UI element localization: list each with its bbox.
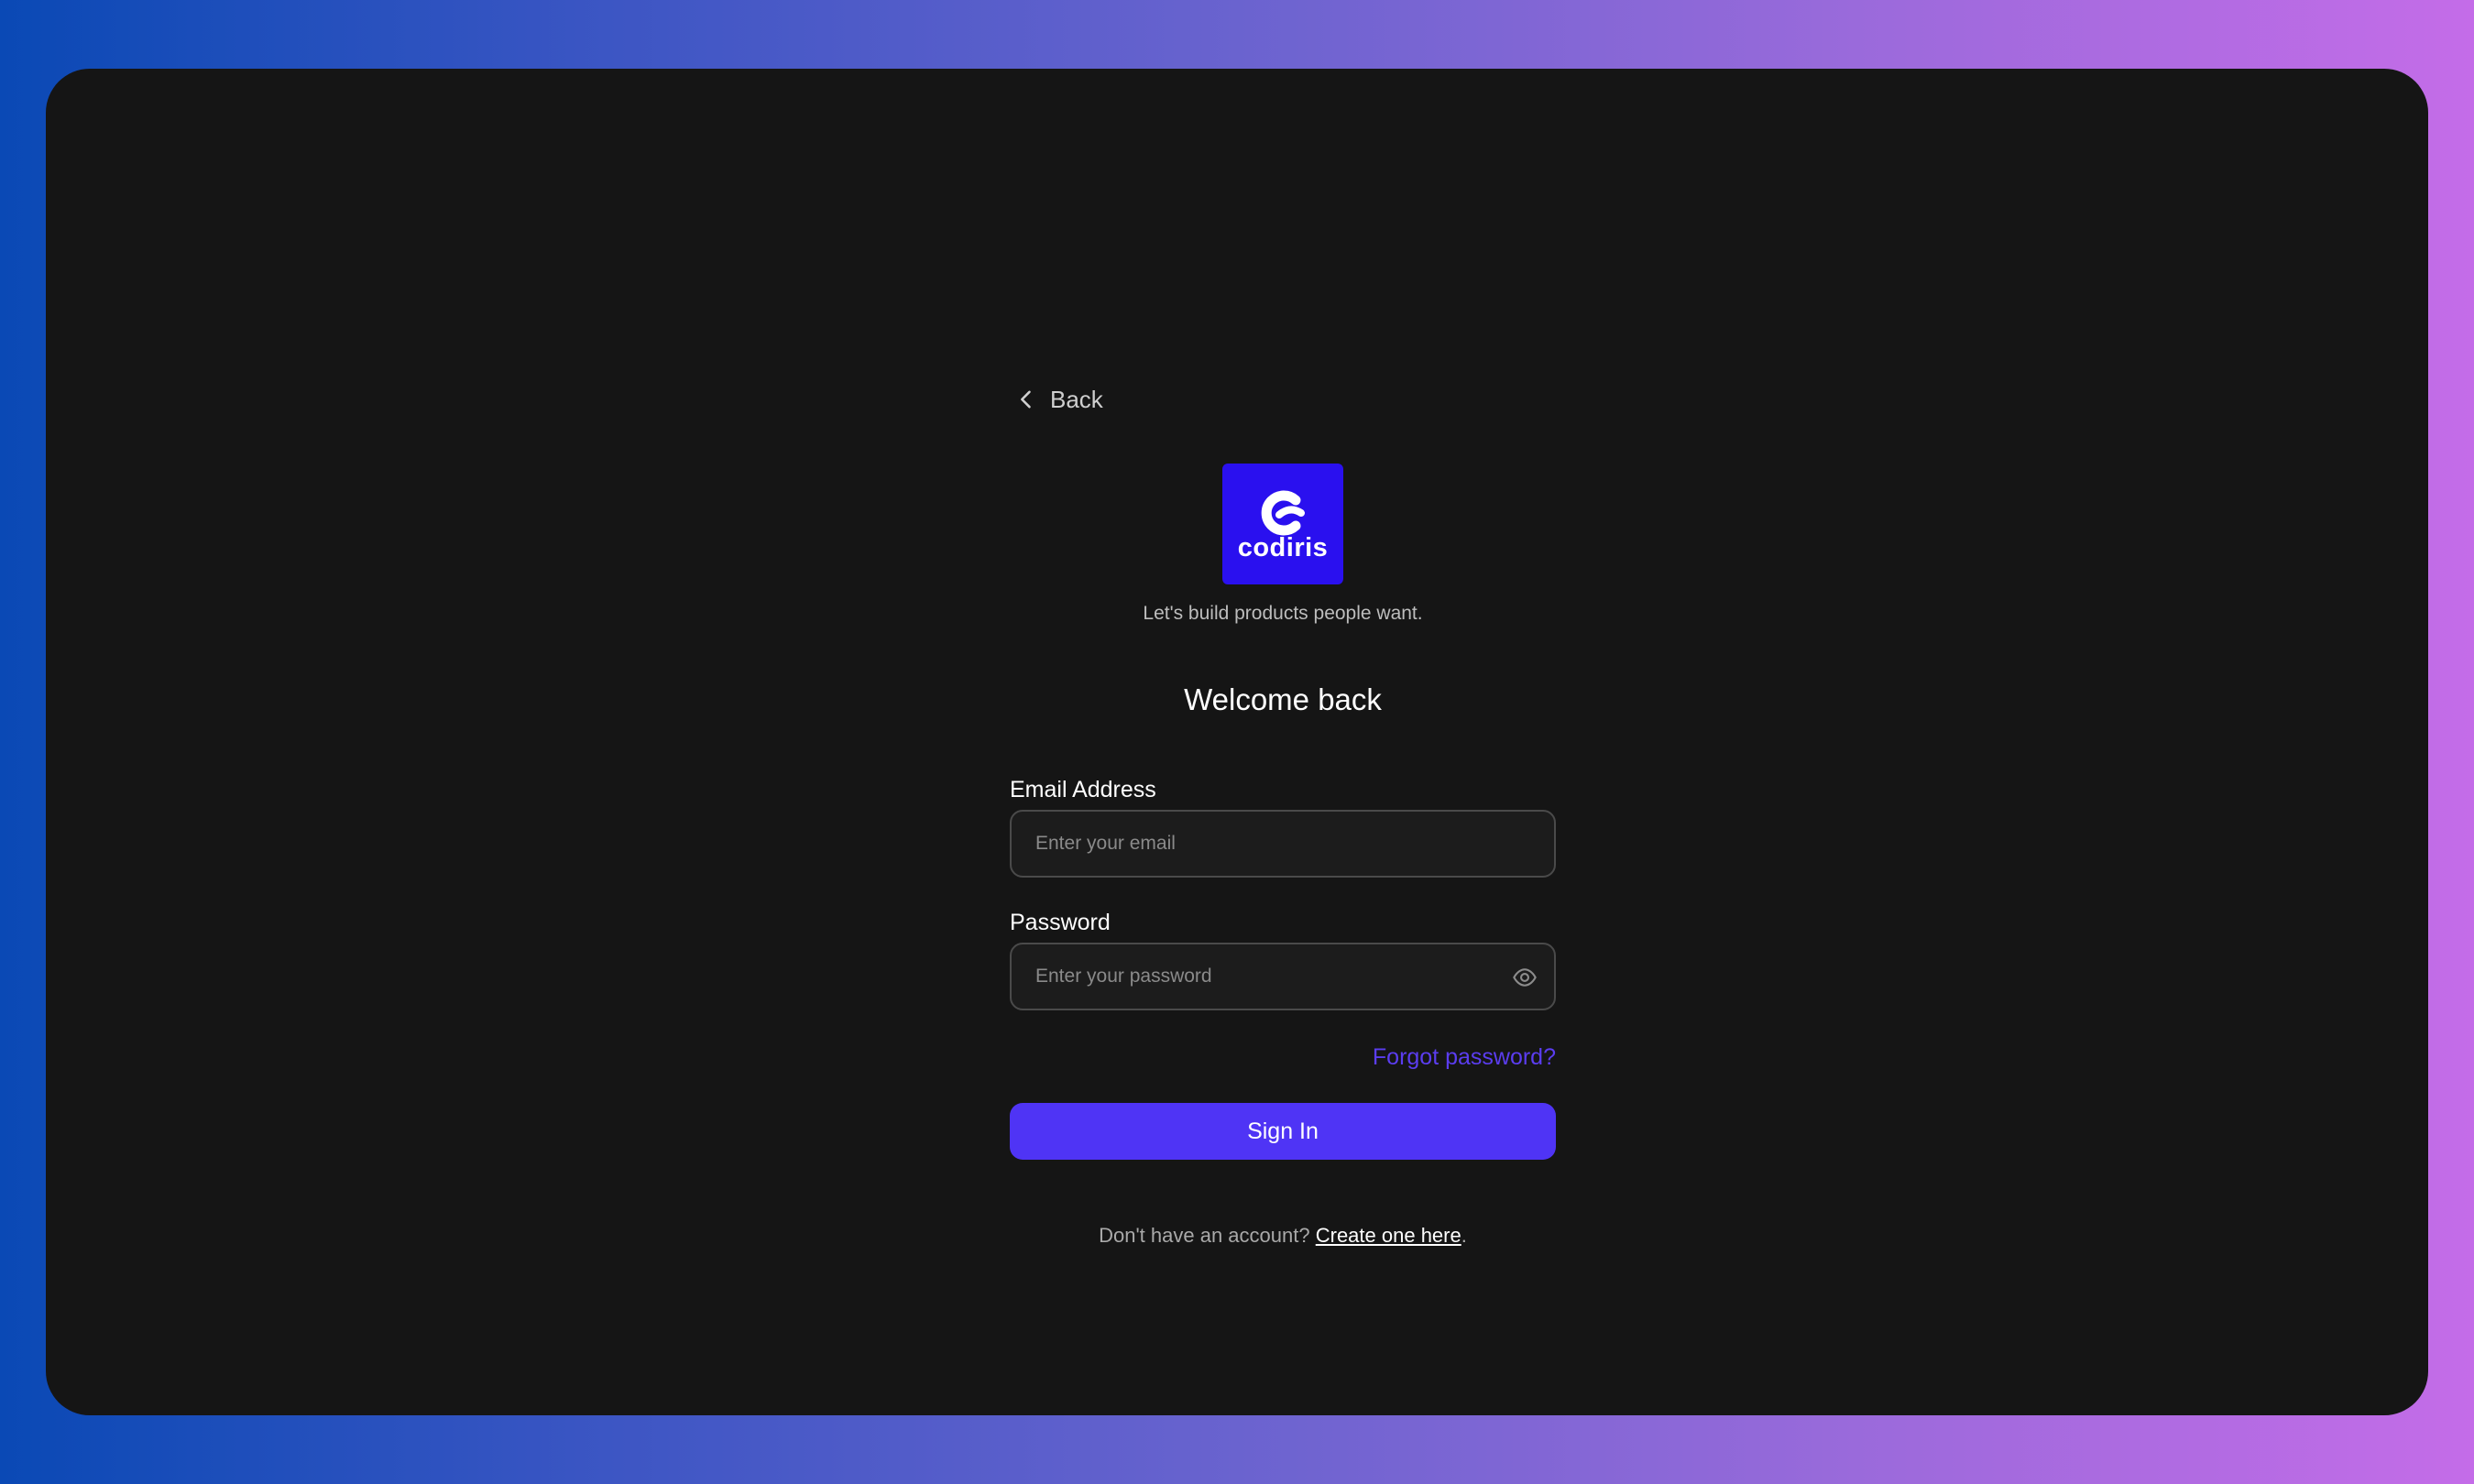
create-account-link[interactable]: Create one here	[1316, 1224, 1461, 1247]
page-title: Welcome back	[1184, 682, 1382, 716]
password-field-container	[1010, 943, 1556, 1010]
signup-prompt-text: Don't have an account?	[1099, 1224, 1310, 1247]
brand-logo: codiris	[1222, 464, 1343, 584]
forgot-password-link[interactable]: Forgot password?	[1373, 1044, 1556, 1071]
signup-prompt-suffix: .	[1461, 1224, 1467, 1247]
password-input[interactable]	[1035, 944, 1494, 1009]
signup-prompt: Don't have an account? Create one here.	[1010, 1224, 1556, 1248]
brand-tagline: Let's build products people want.	[1143, 603, 1423, 624]
email-input[interactable]	[1035, 812, 1494, 876]
app-window: Back codiris Let's build products people…	[46, 69, 2428, 1415]
email-field-container	[1010, 810, 1556, 878]
back-label: Back	[1050, 385, 1103, 413]
sign-in-button[interactable]: Sign In	[1010, 1103, 1556, 1160]
chevron-left-icon	[1021, 390, 1031, 409]
codiris-logo-icon	[1261, 490, 1305, 536]
password-label: Password	[1010, 910, 1111, 935]
eye-icon[interactable]	[1512, 965, 1538, 990]
sign-in-panel: Back codiris Let's build products people…	[1010, 69, 1556, 1415]
email-label: Email Address	[1010, 777, 1156, 802]
back-button[interactable]: Back	[1010, 377, 1103, 421]
brand-name: codiris	[1237, 533, 1329, 562]
